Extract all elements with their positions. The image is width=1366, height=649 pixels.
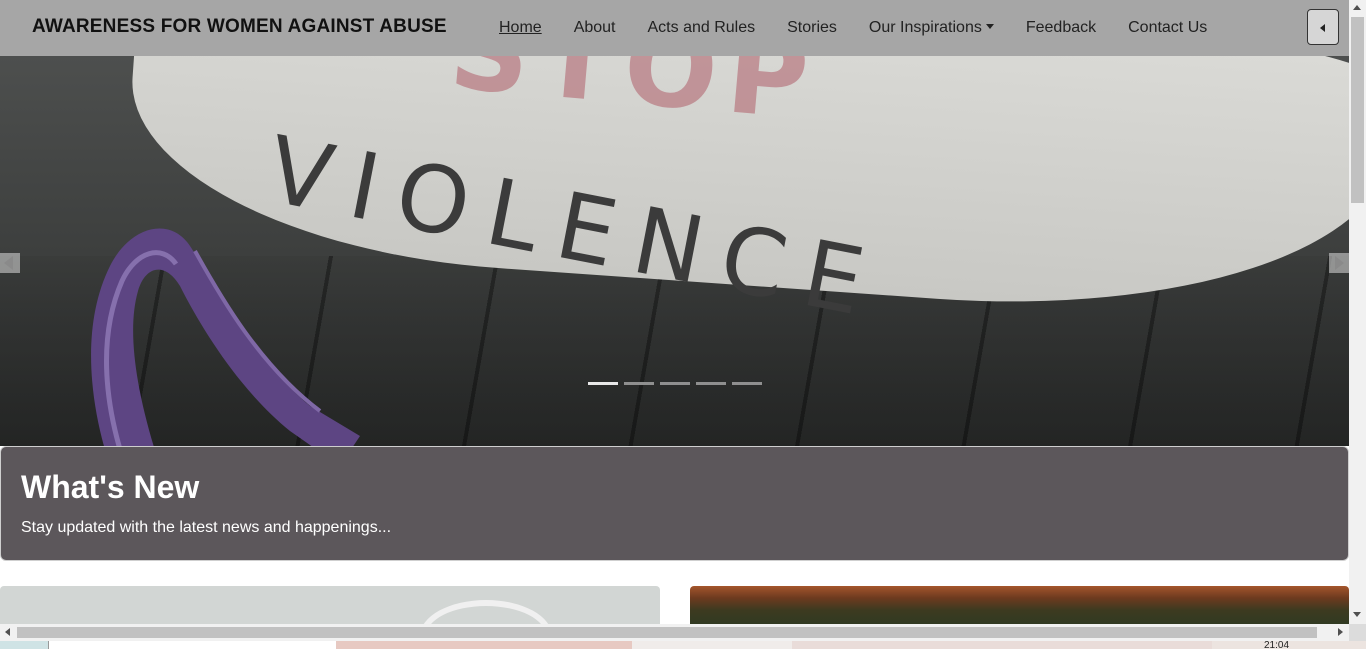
scroll-up-arrow-icon[interactable] [1353,5,1361,10]
hero-carousel: STOP VIOLENCE [0,56,1349,446]
carousel-indicator[interactable] [732,382,762,385]
caret-down-icon [985,24,994,29]
nav-link-about[interactable]: About [574,19,616,37]
nav-dropdown-our-inspirations[interactable]: Our Inspirations [869,19,994,37]
taskbar-start-area[interactable] [0,641,48,649]
taskbar-clock[interactable]: 21:04 [1264,641,1289,649]
scroll-left-arrow-icon[interactable] [5,628,10,636]
whats-new-title: What's New [21,469,200,505]
nav-link-home[interactable]: Home [499,19,542,37]
carousel-prev-button[interactable] [0,253,20,273]
caret-left-icon [1320,24,1325,32]
taskbar-app-area[interactable] [632,641,792,649]
sidebar-toggle-button[interactable] [1307,9,1339,45]
nav-link-contact-us[interactable]: Contact Us [1128,19,1207,37]
taskbar-app-area[interactable] [792,641,1212,649]
scroll-down-arrow-icon[interactable] [1353,612,1361,617]
taskbar-app-area[interactable] [336,641,632,649]
carousel-indicator[interactable] [588,382,618,385]
carousel-indicator[interactable] [660,382,690,385]
carousel-indicator[interactable] [696,382,726,385]
nav-link-feedback[interactable]: Feedback [1026,19,1096,37]
nav-link-our-inspirations-label: Our Inspirations [868,19,982,36]
carousel-next-button[interactable] [1329,253,1349,273]
news-card-image-left[interactable] [0,586,660,626]
os-taskbar: 21:04 [0,641,1366,649]
carousel-indicator[interactable] [624,382,654,385]
whats-new-banner: What's New Stay updated with the latest … [0,446,1349,561]
taskbar-search-box[interactable] [48,641,337,649]
nav-link-stories[interactable]: Stories [787,19,837,37]
horizontal-scrollbar[interactable] [0,624,1349,641]
nav-links: Home About Acts and Rules Stories Our In… [499,17,1207,39]
vertical-scrollbar[interactable] [1349,0,1366,624]
carousel-indicators [588,382,762,385]
top-navbar: AWARENESS FOR WOMEN AGAINST ABUSE Home A… [0,0,1349,56]
nav-link-acts-and-rules[interactable]: Acts and Rules [648,19,756,37]
scroll-right-arrow-icon[interactable] [1338,628,1343,636]
news-card-image-right[interactable] [690,586,1349,626]
horizontal-scroll-thumb[interactable] [17,627,1317,638]
site-brand[interactable]: AWARENESS FOR WOMEN AGAINST ABUSE [32,16,447,38]
purple-ribbon-image [91,228,360,446]
scrollbar-corner [1349,624,1366,641]
vertical-scroll-thumb[interactable] [1351,17,1364,203]
whats-new-subtitle: Stay updated with the latest news and ha… [21,519,392,536]
